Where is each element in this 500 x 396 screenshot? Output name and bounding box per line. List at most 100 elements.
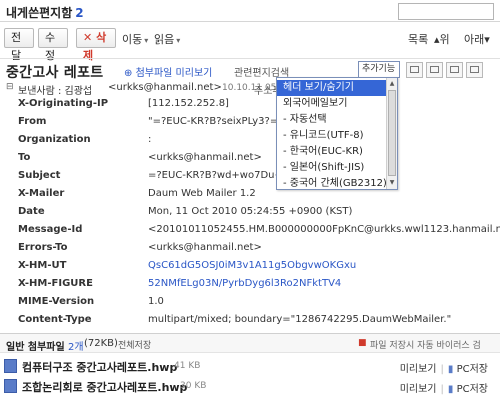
attach-preview-link[interactable]: ⊕ 첨부파일 미리보기 [124,64,212,79]
header-value: <20101011052455.HM.B000000000FpKnC@urkks… [148,224,500,235]
dropdown-item[interactable]: - 유니코드(UTF-8) [277,128,387,144]
auto-scan-notice: 파일 저장시 자동 바이러스 검 [370,341,481,351]
scroll-up-icon[interactable]: ▲ [388,79,396,89]
save-all-link[interactable]: 전체저장 [118,338,151,351]
scroll-down-icon[interactable]: ▼ [388,178,396,188]
file-size: 30 KB [180,381,207,391]
header-key: X-Mailer [18,188,65,199]
view-button-2[interactable] [426,62,443,78]
file-hwp-icon [4,379,17,393]
reply-button[interactable]: 전달 [4,28,34,62]
file-name[interactable]: 조합논리회로 중간고사레포트.hwp [22,379,187,395]
read-menu[interactable]: 읽음 ▾ [154,31,180,47]
header-key: Organization [18,134,91,145]
header-value: : [148,134,152,145]
scroll-thumb[interactable] [388,90,396,176]
next-link[interactable]: 아래▾ [464,31,490,47]
header-row: Content-Type multipart/mixed; boundary="1… [0,314,500,330]
address-add-link[interactable]: 주소추가 [254,82,276,97]
mailbox-count: 2 [75,6,84,20]
dropdown-scrollbar[interactable]: ▲ ▼ [386,78,397,189]
edit-button[interactable]: 수정 [38,28,68,62]
header-row: X-HM-UT QsC61dG5OSJ0iM3v1A11g5ObgvwOKGxu [0,260,500,276]
chevron-down-icon: ▾ [176,36,181,45]
dropdown-item[interactable]: 헤더 보기/숨기기 [277,80,387,96]
header-row: X-Originating-IP [112.152.252.8] [0,98,500,114]
next-label: 아래 [464,33,485,46]
dropdown-item[interactable]: - 한국어(EUC-KR) [277,144,387,160]
attachment-bar: 일반 첨부파일 2개 (72KB) 전체저장 ■ 파일 저장시 자동 바이러스 … [0,333,500,353]
extra-func-label: 추가기능 [362,64,396,74]
extra-function-dropdown[interactable]: 헤더 보기/숨기기 외국어메일보기 - 자동선택 - 유니코드(UTF-8) - 한국어… [276,77,398,190]
header-value: <urkks@hanmail.net> [148,152,262,163]
message-subject: 중간고사 레포트 [6,65,104,81]
read-label: 읽음 [154,33,175,46]
view-button-1[interactable] [406,62,423,78]
attachment-icon: ⊕ [124,68,133,79]
pc-save-link[interactable]: PC저장 [457,384,488,395]
header-row: From "=?EUC-KR?B?seixPLy3?=" <urk [0,116,500,132]
search-input[interactable] [398,3,494,20]
sender-email[interactable]: <urkks@hanmail.net> [108,82,222,93]
print-button[interactable] [446,62,463,78]
header-value: Mon, 11 Oct 2010 05:24:55 +0900 (KST) [148,206,353,217]
attachment-total-size: (72KB) [84,338,118,349]
attachment-label: 일반 첨부파일 [6,342,65,353]
sender-label: 보낸사람 : 김광섭 [18,86,93,97]
header-value: multipart/mixed; boundary="1286742295.Da… [148,314,452,325]
header-key: Date [18,206,45,217]
header-value: QsC61dG5OSJ0iM3v1A11g5ObgvwOKGxu [148,260,357,271]
move-label: 이동 [122,33,143,46]
download-icon: ▮ [447,384,454,395]
header-row: To <urkks@hanmail.net> [0,152,500,168]
save-mail-button[interactable] [466,62,483,78]
down-arrow-icon: ▾ [484,33,490,46]
move-menu[interactable]: 이동 ▾ [122,31,148,47]
header-value: [112.152.252.8] [148,98,229,109]
dropdown-item[interactable]: - 중국어 간체(GB2312) [277,176,387,192]
file-actions: 미리보기 | ▮ PC저장 [400,380,488,395]
header-key: X-Originating-IP [18,98,109,109]
header-value: Daum Web Mailer 1.2 [148,188,256,199]
header-key: From [18,116,47,127]
delete-x-icon: ✕ [83,31,93,44]
preview-link[interactable]: 미리보기 [400,364,437,375]
dropdown-item[interactable]: 외국어메일보기 [277,96,387,112]
header-row: MIME-Version 1.0 [0,296,500,312]
header-key: Errors-To [18,242,68,253]
header-row: X-HM-FIGURE 52NMfELg03N/PyrbDyg6l3Ro2NFkt… [0,278,500,294]
pc-save-link[interactable]: PC저장 [457,364,488,375]
window-icon [410,66,419,73]
preview-link[interactable]: 미리보기 [400,384,437,395]
save-icon [470,66,479,73]
shield-icon: ■ [358,338,367,348]
delete-button[interactable]: ✕ 삭제 [76,28,116,62]
header-row: Message-Id <20101011052455.HM.B000000000F… [0,224,500,240]
dropdown-item[interactable]: - 자동선택 [277,112,387,128]
header-value: 52NMfELg03N/PyrbDyg6l3Ro2NFktTV4 [148,278,342,289]
prev-label: 위 [439,33,450,46]
chevron-down-icon: ▾ [144,36,149,45]
dropdown-item[interactable]: - 일본어(Shift-JIS) [277,160,387,176]
file-actions: 미리보기 | ▮ PC저장 [400,360,488,375]
header-key: To [18,152,31,163]
list-link[interactable]: 목록 [408,31,428,47]
header-value: 1.0 [148,296,164,307]
prev-link[interactable]: ▴위 [434,31,450,47]
header-row: Subject =?EUC-KR?B?wd+wo7Du+cgt7o [0,170,500,186]
attachment-count: 2개 [68,342,84,353]
sender-row: ⊟ 보낸사람 : 김광섭 <urkks@hanmail.net> 10.10.1… [0,80,500,97]
mailbox-title[interactable]: 내게쓴편지함 2 [6,4,84,21]
attach-preview-label: 첨부파일 미리보기 [135,68,213,79]
file-name[interactable]: 컴퓨터구조 중간고사레포트.hwp [22,359,177,375]
download-icon: ▮ [447,364,454,375]
print-icon [450,66,459,73]
header-key: Content-Type [18,314,92,325]
header-row: Errors-To <urkks@hanmail.net> [0,242,500,258]
collapse-icon[interactable]: ⊟ [6,82,14,92]
divider: | [440,364,444,375]
header-row: X-Mailer Daum Web Mailer 1.2 [0,188,500,204]
extra-function-select[interactable]: 추가기능▾ [358,61,400,89]
attachment-row: 컴퓨터구조 중간고사레포트.hwp 41 KB 미리보기 | ▮ PC저장 [0,357,500,375]
header-key: Message-Id [18,224,83,235]
